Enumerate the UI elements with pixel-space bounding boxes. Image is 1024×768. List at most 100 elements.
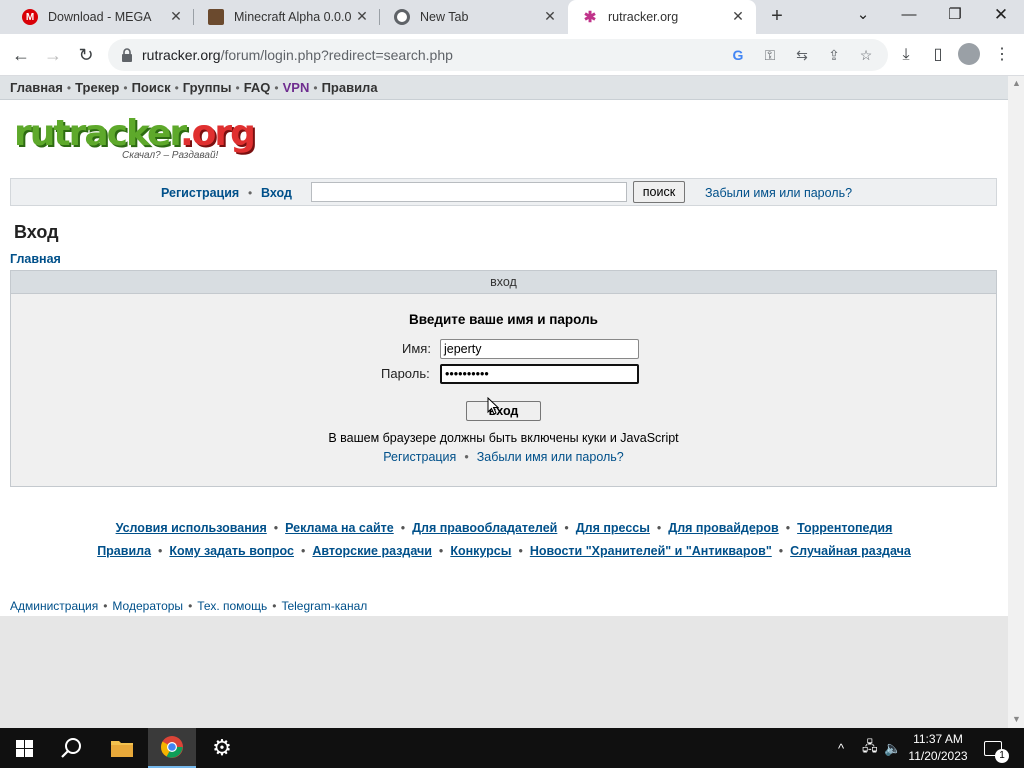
footer-links-row2: Правила • Кому задать вопрос • Авторские раз… bbox=[0, 544, 1008, 558]
rutracker-page: Главная • Трекер • Поиск • Группы • FAQ • VPN • Прав… bbox=[0, 76, 1008, 616]
url-path: /forum/login.php?redirect=search.php bbox=[220, 47, 453, 63]
close-icon[interactable]: ✕ bbox=[730, 8, 746, 24]
search-input[interactable] bbox=[311, 182, 627, 202]
search-icon[interactable] bbox=[48, 728, 96, 768]
tech-help-link[interactable]: Тех. помощь bbox=[197, 599, 267, 613]
separator-dot: • bbox=[518, 544, 523, 558]
login-panel-links: Регистрация • Забыли имя или пароль? bbox=[11, 450, 996, 464]
footer-links-row1: Условия использования • Реклама на сайте • Д… bbox=[0, 521, 1008, 535]
file-explorer-icon[interactable] bbox=[98, 728, 146, 768]
key-icon[interactable]: ⚿ bbox=[760, 45, 780, 65]
tab-title: New Tab bbox=[420, 10, 469, 24]
telegram-link[interactable]: Telegram-канал bbox=[281, 599, 367, 613]
network-icon[interactable]: 🖧 bbox=[862, 728, 878, 768]
lock-icon[interactable] bbox=[120, 47, 134, 63]
panel-forgot-link[interactable]: Забыли имя или пароль? bbox=[477, 450, 624, 464]
nav-vpn[interactable]: VPN bbox=[283, 80, 310, 95]
taskbar-clock[interactable]: 11:37 AM 11/20/2023 bbox=[900, 731, 976, 765]
footer-random-release-link[interactable]: Случайная раздача bbox=[790, 544, 911, 558]
translate-icon[interactable]: ⇆ bbox=[792, 45, 812, 65]
footer-ask-link[interactable]: Кому задать вопрос bbox=[169, 544, 294, 558]
nav-tracker[interactable]: Трекер bbox=[75, 80, 119, 95]
footer-press-link[interactable]: Для прессы bbox=[576, 521, 650, 535]
site-logo[interactable]: rutracker.org Скачал? – Раздавай! bbox=[14, 112, 256, 164]
vertical-scrollbar[interactable]: ▲ ▼ bbox=[1008, 76, 1024, 728]
nav-groups[interactable]: Группы bbox=[183, 80, 232, 95]
panel-register-link[interactable]: Регистрация bbox=[383, 450, 456, 464]
separator-dot: • bbox=[300, 544, 306, 558]
login-panel-header: вход bbox=[11, 271, 996, 294]
footer-rightholders-link[interactable]: Для правообладателей bbox=[412, 521, 557, 535]
tray-chevron-icon[interactable]: ^ bbox=[838, 728, 844, 768]
forgot-password-link[interactable]: Забыли имя или пароль? bbox=[705, 186, 852, 200]
volume-muted-icon[interactable]: 🔈 bbox=[884, 728, 901, 768]
tab-title: Minecraft Alpha 0.0.0 bbox=[234, 10, 352, 24]
page-title: Вход bbox=[14, 222, 59, 242]
chrome-taskbar-icon[interactable] bbox=[148, 728, 196, 768]
clock-time: 11:37 AM bbox=[913, 732, 963, 746]
google-icon[interactable]: G bbox=[728, 45, 748, 65]
back-icon[interactable]: ← bbox=[8, 42, 34, 68]
separator-dot: • bbox=[272, 599, 277, 613]
breadcrumb-home[interactable]: Главная bbox=[10, 252, 61, 266]
login-bar: Регистрация • Вход поиск Забыли имя или … bbox=[10, 178, 997, 206]
windows-start-icon[interactable] bbox=[0, 728, 48, 768]
nav-home[interactable]: Главная bbox=[10, 80, 63, 95]
password-label: Пароль: bbox=[381, 366, 430, 381]
address-bar[interactable]: rutracker.org/forum/login.php?redirect=s… bbox=[108, 39, 888, 71]
nav-search[interactable]: Поиск bbox=[132, 80, 171, 95]
profile-avatar[interactable] bbox=[958, 43, 980, 65]
side-panel-icon[interactable]: ▯ bbox=[926, 43, 950, 67]
footer-rules-link[interactable]: Правила bbox=[97, 544, 151, 558]
tab-minecraft[interactable]: Minecraft Alpha 0.0.0 ✕ bbox=[194, 0, 380, 34]
scroll-down-icon[interactable]: ▼ bbox=[1012, 714, 1021, 724]
login-prompt: Введите ваше имя и пароль bbox=[409, 312, 598, 327]
scroll-up-icon[interactable]: ▲ bbox=[1012, 78, 1021, 88]
window-close-button[interactable]: ✕ bbox=[987, 3, 1015, 27]
notifications-icon[interactable]: 1 bbox=[984, 728, 1009, 768]
moderators-link[interactable]: Модераторы bbox=[112, 599, 183, 613]
menu-dots-icon[interactable]: ⋮ bbox=[990, 43, 1014, 67]
username-field[interactable]: jeperty bbox=[440, 339, 639, 359]
separator-dot: • bbox=[785, 521, 791, 535]
login-link[interactable]: Вход bbox=[261, 186, 292, 200]
minimize-button[interactable]: — bbox=[895, 3, 923, 27]
admin-link[interactable]: Администрация bbox=[10, 599, 98, 613]
close-icon[interactable]: ✕ bbox=[168, 8, 184, 24]
nav-rules[interactable]: Правила bbox=[322, 80, 378, 95]
forward-icon[interactable]: → bbox=[40, 42, 66, 68]
close-icon[interactable]: ✕ bbox=[542, 8, 558, 24]
tab-mega[interactable]: M Download - MEGA ✕ bbox=[8, 0, 194, 34]
tab-strip: M Download - MEGA ✕ Minecraft Alpha 0.0.… bbox=[0, 0, 1024, 34]
bookmark-star-icon[interactable]: ☆ bbox=[856, 45, 876, 65]
settings-gear-icon[interactable]: ⚙ bbox=[198, 728, 246, 768]
footer-torrentopedia-link[interactable]: Торрентопедия bbox=[797, 521, 892, 535]
reload-icon[interactable]: ↻ bbox=[73, 42, 99, 68]
close-icon[interactable]: ✕ bbox=[354, 8, 370, 24]
restore-button[interactable]: ❐ bbox=[941, 3, 969, 27]
register-link[interactable]: Регистрация bbox=[161, 186, 239, 200]
tab-newtab[interactable]: New Tab ✕ bbox=[380, 0, 568, 34]
nav-separator: • bbox=[123, 81, 128, 95]
nav-separator: • bbox=[313, 81, 318, 95]
share-icon[interactable]: ⇪ bbox=[824, 45, 844, 65]
footer-providers-link[interactable]: Для провайдеров bbox=[668, 521, 778, 535]
cookies-js-note: В вашем браузере должны быть включены ку… bbox=[328, 431, 679, 445]
login-submit-button[interactable]: вход bbox=[466, 401, 541, 421]
footer-author-releases-link[interactable]: Авторские раздачи bbox=[312, 544, 432, 558]
search-button[interactable]: поиск bbox=[633, 181, 685, 203]
password-field[interactable]: •••••••••• bbox=[440, 364, 639, 384]
separator-dot: • bbox=[248, 186, 253, 200]
logo-tld: .org bbox=[180, 113, 256, 154]
mouse-cursor-icon bbox=[487, 397, 499, 415]
nav-faq[interactable]: FAQ bbox=[244, 80, 271, 95]
windows-taskbar: ⚙ ^ 🖧 🔈 11:37 AM 11/20/2023 1 bbox=[0, 728, 1024, 768]
tab-rutracker[interactable]: ✱ rutracker.org ✕ bbox=[568, 0, 756, 34]
download-icon[interactable]: ⤓ bbox=[894, 43, 918, 67]
tab-search-chevron-icon[interactable]: ⌄ bbox=[849, 3, 877, 27]
new-tab-button[interactable]: + bbox=[765, 5, 789, 29]
footer-keepers-news-link[interactable]: Новости "Хранителей" и "Антикваров" bbox=[530, 544, 772, 558]
footer-contests-link[interactable]: Конкурсы bbox=[450, 544, 511, 558]
footer-ads-link[interactable]: Реклама на сайте bbox=[285, 521, 394, 535]
footer-terms-link[interactable]: Условия использования bbox=[116, 521, 267, 535]
